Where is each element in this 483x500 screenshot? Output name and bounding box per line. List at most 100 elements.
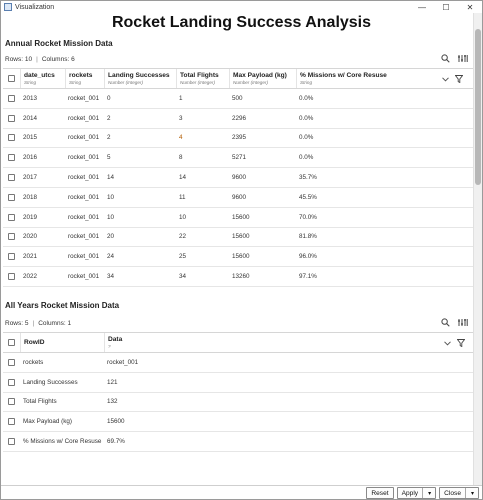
- minimize-button[interactable]: —: [410, 1, 434, 13]
- table-cell: 20: [107, 233, 115, 241]
- table-row[interactable]: 2019 rocket_001 10 10 15600 70.0%: [3, 208, 473, 228]
- select-all-checkbox[interactable]: [8, 339, 15, 346]
- row-checkbox-cell[interactable]: [3, 267, 20, 286]
- reset-button[interactable]: Reset: [366, 487, 394, 499]
- table-cell: 15600: [107, 418, 125, 426]
- select-all-checkbox[interactable]: [8, 75, 15, 82]
- row-checkbox-cell[interactable]: [3, 109, 20, 128]
- column-header[interactable]: rockets String: [65, 69, 104, 88]
- row-checkbox[interactable]: [8, 154, 15, 162]
- chevron-down-icon[interactable]: [442, 76, 449, 84]
- select-all-checkbox-cell[interactable]: [3, 333, 20, 352]
- table-row[interactable]: 2021 rocket_001 24 25 15600 96.0%: [3, 247, 473, 268]
- row-checkbox-cell[interactable]: [3, 393, 20, 412]
- column-header[interactable]: Max Payload (kg) Number (Integer): [229, 69, 296, 88]
- table-cell: 34: [107, 273, 115, 281]
- column-header[interactable]: Landing Successes Number (Integer): [104, 69, 176, 88]
- table-cell: 15600: [232, 233, 250, 241]
- row-checkbox-cell[interactable]: [3, 432, 20, 451]
- row-checkbox[interactable]: [8, 114, 15, 122]
- search-icon[interactable]: [441, 54, 450, 63]
- row-checkbox[interactable]: [8, 193, 15, 201]
- table-cell: 24: [107, 253, 115, 261]
- table-row[interactable]: 2022 rocket_001 34 34 13260 97.1%: [3, 267, 473, 287]
- table-row[interactable]: 2016 rocket_001 5 8 5271 0.0%: [3, 148, 473, 169]
- table-cell: 121: [107, 378, 118, 386]
- search-icon[interactable]: [441, 318, 450, 327]
- table-cell: 22: [179, 233, 187, 241]
- table-row[interactable]: Max Payload (kg) 15600: [3, 412, 473, 433]
- table-cell: Landing Successes: [23, 378, 78, 386]
- table-row[interactable]: rockets rocket_001: [3, 353, 473, 373]
- row-checkbox[interactable]: [8, 233, 15, 241]
- row-checkbox-cell[interactable]: [3, 168, 20, 187]
- table-cell: 34: [179, 273, 187, 281]
- row-checkbox[interactable]: [8, 358, 15, 366]
- row-checkbox-cell[interactable]: [3, 148, 20, 167]
- row-checkbox[interactable]: [8, 94, 15, 102]
- row-checkbox[interactable]: [8, 438, 15, 446]
- table1-columns-count: Columns: 6: [41, 56, 75, 63]
- table-row[interactable]: % Missions w/ Core Resuse 69.7%: [3, 432, 473, 452]
- row-checkbox-cell[interactable]: [3, 373, 20, 392]
- column-settings-icon[interactable]: [458, 54, 468, 63]
- row-checkbox[interactable]: [8, 378, 15, 386]
- column-settings-icon[interactable]: [458, 318, 468, 327]
- table-cell: 2014: [23, 114, 38, 122]
- scrollbar-thumb[interactable]: [475, 29, 481, 185]
- row-checkbox[interactable]: [8, 398, 15, 406]
- chevron-down-icon[interactable]: [444, 340, 451, 348]
- row-checkbox[interactable]: [8, 273, 15, 281]
- row-checkbox-cell[interactable]: [3, 188, 20, 207]
- table-row[interactable]: 2013 rocket_001 0 1 500 0.0%: [3, 89, 473, 109]
- table-cell: 8: [179, 154, 183, 162]
- close-window-button[interactable]: ✕: [458, 1, 482, 13]
- table-cell: 0.0%: [299, 154, 314, 162]
- row-checkbox-cell[interactable]: [3, 228, 20, 247]
- column-header[interactable]: Total Flights Number (Integer): [176, 69, 229, 88]
- select-all-checkbox-cell[interactable]: [3, 69, 20, 88]
- column-header[interactable]: % Missions w/ Core Resuse String: [296, 69, 471, 88]
- table-cell: 15600: [232, 253, 250, 261]
- table-cell: 81.8%: [299, 233, 317, 241]
- row-checkbox-cell[interactable]: [3, 353, 20, 372]
- chevron-down-icon[interactable]: ▾: [471, 490, 474, 497]
- table-cell: rocket_001: [68, 134, 100, 142]
- filter-icon[interactable]: [456, 339, 466, 349]
- table-cell: rocket_001: [68, 233, 100, 241]
- row-checkbox-cell[interactable]: [3, 208, 20, 227]
- row-checkbox[interactable]: [8, 134, 15, 142]
- table-row[interactable]: Landing Successes 121: [3, 373, 473, 393]
- table-row[interactable]: Total Flights 132: [3, 393, 473, 413]
- column-header[interactable]: Data?: [104, 333, 473, 352]
- table2-header-row: RowID Data?: [3, 333, 473, 353]
- column-header[interactable]: RowID: [20, 333, 104, 352]
- table-row[interactable]: 2018 rocket_001 10 11 9600 45.5%: [3, 188, 473, 208]
- row-checkbox-cell[interactable]: [3, 412, 20, 431]
- maximize-button[interactable]: ☐: [434, 1, 458, 13]
- row-checkbox-cell[interactable]: [3, 129, 20, 148]
- vertical-scrollbar[interactable]: [473, 13, 482, 489]
- table-cell: 14: [107, 174, 115, 182]
- table-row[interactable]: 2020 rocket_001 20 22 15600 81.8%: [3, 228, 473, 248]
- row-checkbox[interactable]: [8, 418, 15, 426]
- column-header[interactable]: date_utcs String: [20, 69, 65, 88]
- row-checkbox-cell[interactable]: [3, 89, 20, 108]
- table-cell: 0: [107, 94, 111, 102]
- apply-button[interactable]: Apply ▾: [396, 487, 437, 499]
- table-row[interactable]: 2014 rocket_001 2 3 2296 0.0%: [3, 109, 473, 129]
- close-button[interactable]: Close ▾: [439, 487, 479, 499]
- table-cell: rocket_001: [68, 94, 100, 102]
- table-cell: 1: [179, 94, 183, 102]
- row-checkbox[interactable]: [8, 174, 15, 182]
- chevron-down-icon[interactable]: ▾: [428, 490, 431, 497]
- table2-rows-count: Rows: 5: [5, 320, 29, 327]
- table-row[interactable]: 2015 rocket_001 2 4 2395 0.0%: [3, 129, 473, 149]
- filter-icon[interactable]: [454, 75, 464, 85]
- table-row[interactable]: 2017 rocket_001 14 14 9600 35.7%: [3, 168, 473, 188]
- row-checkbox[interactable]: [8, 253, 15, 261]
- row-checkbox[interactable]: [8, 213, 15, 221]
- table-cell: 69.7%: [107, 438, 125, 446]
- row-checkbox-cell[interactable]: [3, 247, 20, 266]
- table-cell: 9600: [232, 193, 247, 201]
